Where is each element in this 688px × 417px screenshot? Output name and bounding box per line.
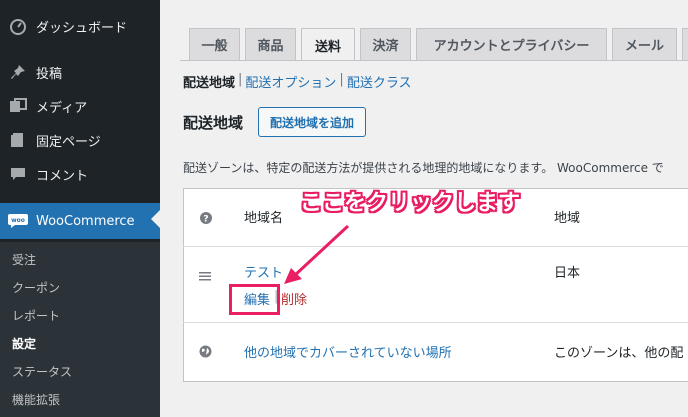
annotation-arrow [284,224,350,284]
annotation-highlight-box [229,284,280,315]
